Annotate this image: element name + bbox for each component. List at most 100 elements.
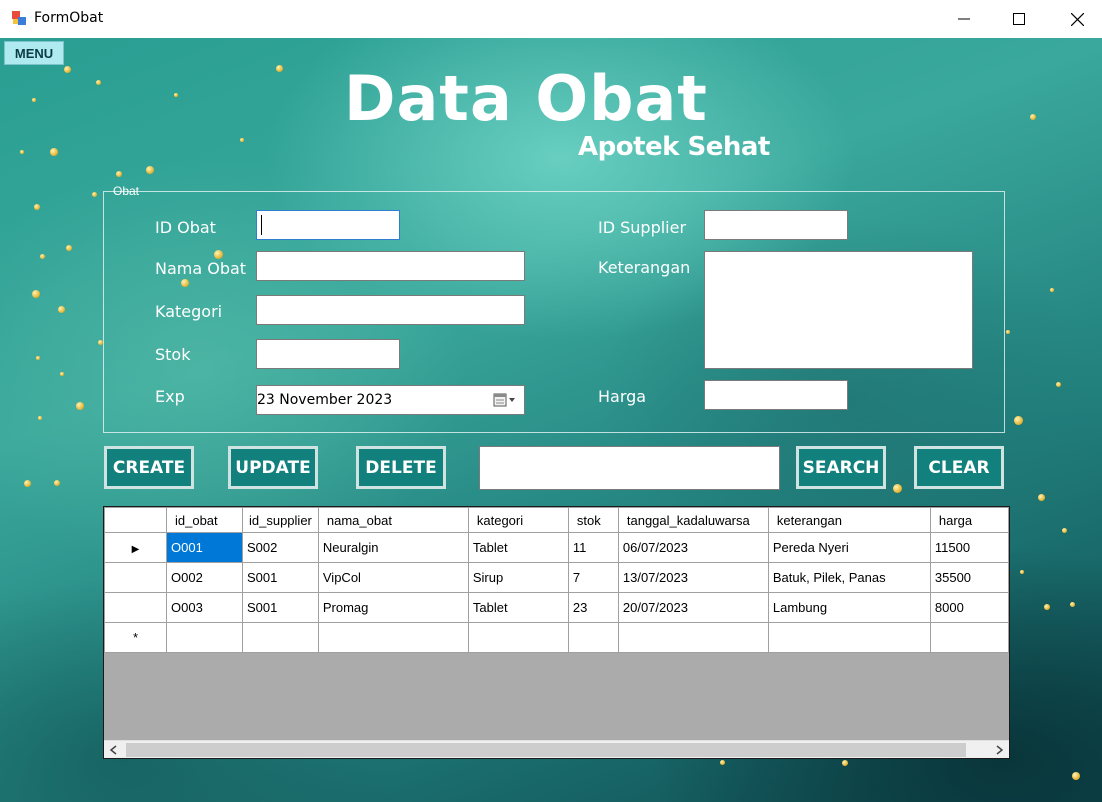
table-cell[interactable]: 8000 — [929, 592, 1009, 623]
table-cell[interactable]: Lambung — [767, 592, 931, 623]
column-header[interactable]: harga — [929, 507, 1009, 533]
row-header[interactable]: * — [104, 622, 167, 653]
sparkle-decoration — [1056, 382, 1061, 387]
calendar-dropdown-icon[interactable] — [493, 392, 519, 408]
column-header[interactable]: tanggal_kadaluwarsa — [617, 507, 769, 533]
table-cell[interactable]: O003 — [166, 592, 243, 623]
column-header[interactable]: kategori — [467, 507, 569, 533]
table-cell[interactable] — [929, 622, 1009, 653]
table-cell[interactable] — [567, 622, 619, 653]
close-button[interactable] — [1048, 0, 1102, 38]
table-cell[interactable]: O001 — [166, 532, 243, 563]
nama-obat-input[interactable] — [256, 251, 525, 281]
row-header[interactable] — [104, 592, 167, 623]
window-title: FormObat — [34, 10, 104, 26]
form-background: MENU Data Obat Apotek Sehat Obat ID Obat… — [0, 38, 1102, 802]
maximize-icon — [1013, 13, 1025, 25]
keterangan-textarea[interactable] — [704, 251, 973, 369]
column-header[interactable]: id_supplier — [242, 507, 319, 533]
sparkle-decoration — [1020, 570, 1024, 574]
table-cell[interactable] — [242, 622, 319, 653]
sparkle-decoration — [60, 372, 64, 376]
table-cell[interactable]: VipCol — [317, 562, 469, 593]
update-button[interactable]: UPDATE — [228, 446, 318, 489]
table-cell[interactable]: Tablet — [467, 532, 569, 563]
table-cell[interactable] — [317, 622, 469, 653]
table-cell[interactable]: 11500 — [929, 532, 1009, 563]
stok-input[interactable] — [256, 339, 400, 369]
current-row-icon: ▶ — [131, 544, 140, 555]
text-caret — [261, 215, 262, 235]
table-row[interactable]: ▶ O001 S002 Neuralgin Tablet 11 06/07/20… — [104, 532, 1009, 563]
table-row[interactable]: O003 S001 Promag Tablet 23 20/07/2023 La… — [104, 592, 1009, 623]
label-id-obat: ID Obat — [155, 218, 216, 237]
window-titlebar: FormObat — [0, 0, 1102, 38]
table-cell[interactable] — [617, 622, 769, 653]
table-cell[interactable]: Pereda Nyeri — [767, 532, 931, 563]
harga-input[interactable] — [704, 380, 848, 410]
exp-date-picker[interactable]: 23 November 2023 — [256, 385, 525, 415]
search-input[interactable] — [479, 446, 780, 490]
table-cell[interactable]: Neuralgin — [317, 532, 469, 563]
exp-date-value: 23 November 2023 — [257, 392, 393, 408]
new-row[interactable]: * — [104, 622, 1009, 653]
kategori-input[interactable] — [256, 295, 525, 325]
column-header[interactable]: keterangan — [767, 507, 931, 533]
table-cell[interactable] — [767, 622, 931, 653]
horizontal-scrollbar[interactable] — [104, 740, 1009, 758]
clear-button[interactable]: CLEAR — [914, 446, 1004, 489]
sparkle-decoration — [842, 760, 848, 766]
table-cell[interactable]: S001 — [242, 562, 319, 593]
table-cell[interactable]: 13/07/2023 — [617, 562, 769, 593]
table-cell[interactable] — [467, 622, 569, 653]
obat-datagrid[interactable]: id_obat id_supplier nama_obat kategori s… — [103, 506, 1010, 759]
table-cell[interactable]: Promag — [317, 592, 469, 623]
table-cell[interactable]: 35500 — [929, 562, 1009, 593]
search-button[interactable]: SEARCH — [796, 446, 886, 489]
maximize-button[interactable] — [990, 0, 1048, 38]
sparkle-decoration — [76, 402, 84, 410]
table-cell[interactable]: Sirup — [467, 562, 569, 593]
column-header[interactable]: id_obat — [166, 507, 243, 533]
table-cell[interactable]: 11 — [567, 532, 619, 563]
id-supplier-input[interactable] — [704, 210, 848, 240]
table-cell[interactable]: Tablet — [467, 592, 569, 623]
scrollbar-thumb[interactable] — [126, 743, 966, 757]
minimize-button[interactable] — [935, 0, 993, 38]
delete-button[interactable]: DELETE — [356, 446, 446, 489]
sparkle-decoration — [1050, 288, 1054, 292]
label-kategori: Kategori — [155, 302, 223, 321]
column-header[interactable]: stok — [567, 507, 619, 533]
table-cell[interactable]: S002 — [242, 532, 319, 563]
sparkle-decoration — [1072, 772, 1080, 780]
sparkle-decoration — [50, 148, 58, 156]
table-cell[interactable]: 23 — [567, 592, 619, 623]
label-stok: Stok — [155, 345, 191, 364]
sparkle-decoration — [1062, 528, 1067, 533]
table-cell[interactable]: S001 — [242, 592, 319, 623]
table-cell[interactable] — [166, 622, 243, 653]
table-cell[interactable]: 7 — [567, 562, 619, 593]
menu-button[interactable]: MENU — [4, 41, 64, 65]
row-header[interactable] — [104, 562, 167, 593]
sparkle-decoration — [24, 480, 31, 487]
sparkle-decoration — [54, 480, 60, 486]
sparkle-decoration — [1014, 416, 1023, 425]
table-row[interactable]: O002 S001 VipCol Sirup 7 13/07/2023 Batu… — [104, 562, 1009, 593]
scroll-left-icon[interactable] — [108, 744, 120, 756]
sparkle-decoration — [20, 150, 24, 154]
sparkle-decoration — [240, 138, 244, 142]
table-cell[interactable]: 06/07/2023 — [617, 532, 769, 563]
id-obat-input[interactable] — [256, 210, 400, 240]
column-header[interactable]: nama_obat — [317, 507, 469, 533]
obat-group-label: Obat — [113, 184, 140, 198]
table-cell[interactable]: Batuk, Pilek, Panas — [767, 562, 931, 593]
row-header[interactable]: ▶ — [104, 532, 167, 563]
table-cell[interactable]: 20/07/2023 — [617, 592, 769, 623]
sparkle-decoration — [893, 484, 902, 493]
scroll-right-icon[interactable] — [993, 744, 1005, 756]
label-exp: Exp — [155, 387, 185, 406]
table-cell[interactable]: O002 — [166, 562, 243, 593]
create-button[interactable]: CREATE — [104, 446, 194, 489]
sparkle-decoration — [58, 306, 65, 313]
